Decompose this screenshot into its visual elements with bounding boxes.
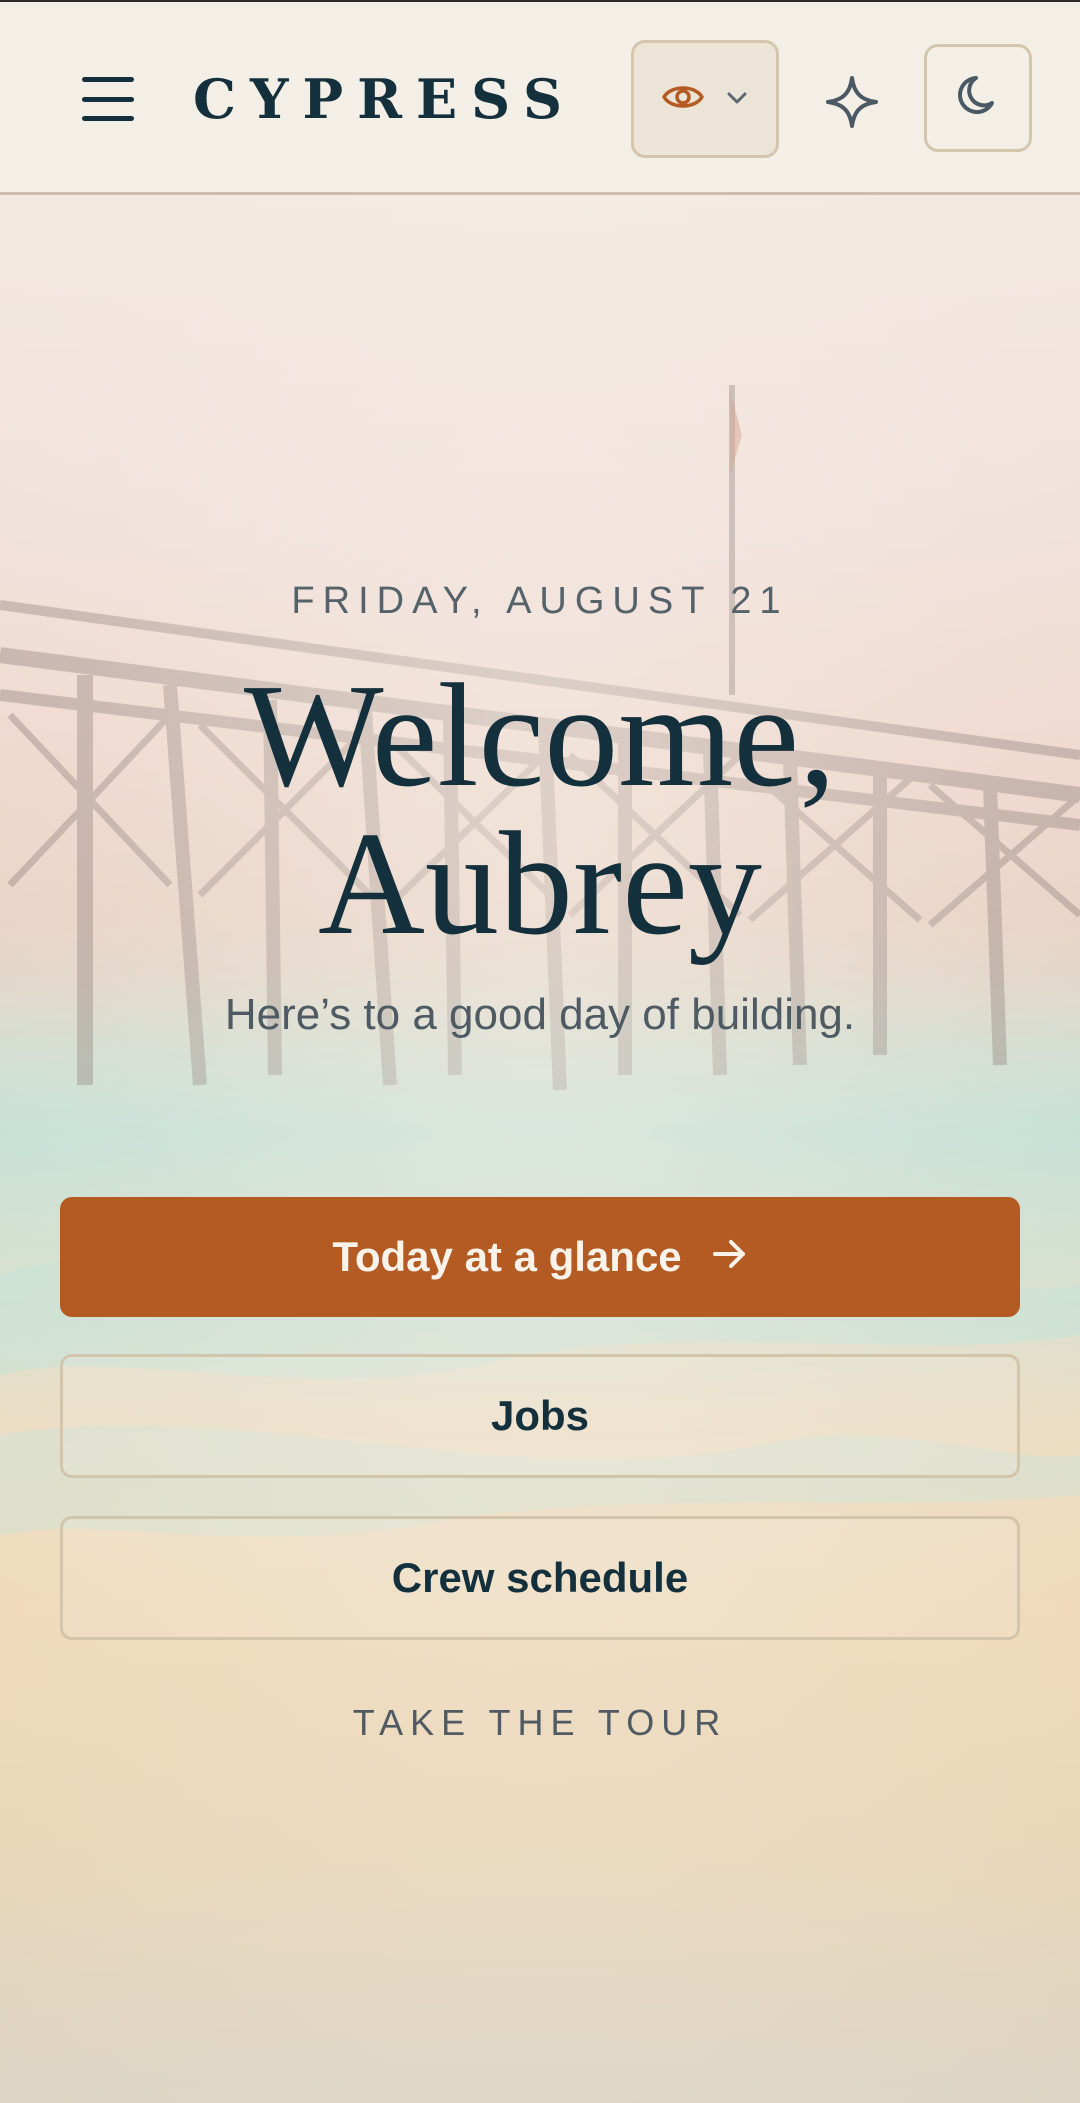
- crew-schedule-button[interactable]: Crew schedule: [60, 1516, 1020, 1640]
- hero-background: [0, 195, 1080, 2103]
- brand-logo[interactable]: CYPRESS: [193, 64, 576, 134]
- top-bar: CYPRESS: [0, 0, 1080, 195]
- eye-icon: [662, 82, 704, 116]
- hamburger-menu-icon[interactable]: [82, 77, 134, 121]
- today-at-a-glance-label: Today at a glance: [332, 1233, 682, 1280]
- tagline: Here’s to a good day of building.: [224, 990, 856, 1039]
- chevron-down-icon: [726, 90, 748, 109]
- take-the-tour-link[interactable]: TAKE THE TOUR: [0, 1702, 1080, 1744]
- sparkle-icon[interactable]: [820, 70, 884, 134]
- moon-icon: [954, 72, 1002, 124]
- user-name: Aubrey: [318, 802, 762, 966]
- crew-schedule-label: Crew schedule: [391, 1554, 689, 1601]
- current-date: FRIDAY, AUGUST 21: [291, 580, 789, 622]
- jobs-label: Jobs: [490, 1392, 590, 1439]
- view-mode-button[interactable]: [631, 40, 779, 158]
- theme-toggle-button[interactable]: [924, 44, 1032, 152]
- welcome-line: Welcome,: [243, 654, 837, 818]
- welcome-heading: Welcome, Aubrey: [0, 662, 1080, 958]
- jobs-button[interactable]: Jobs: [60, 1354, 1020, 1478]
- arrow-right-icon: [712, 1233, 748, 1281]
- today-at-a-glance-button[interactable]: Today at a glance: [60, 1197, 1020, 1317]
